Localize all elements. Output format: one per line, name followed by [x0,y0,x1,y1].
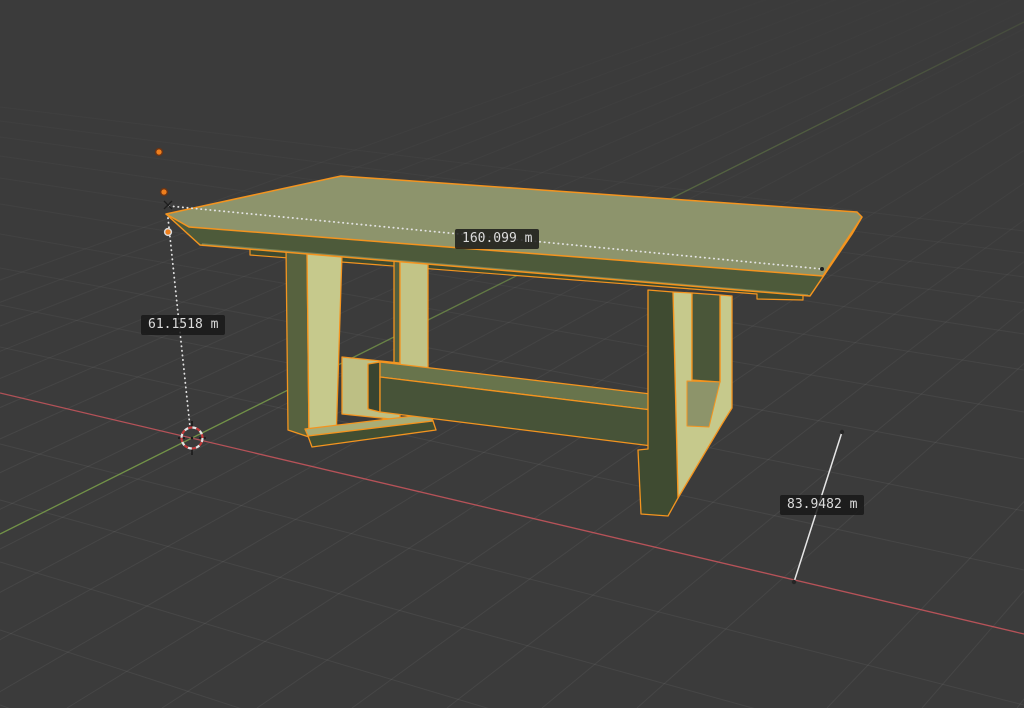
ruler-depth-end-point[interactable] [792,580,796,584]
inner-post-front-face [400,260,428,372]
beam-end-face [368,362,380,412]
blender-3d-viewport[interactable]: 160.099 m 61.1518 m 83.9482 m [0,0,1024,708]
left-post-front-face [307,250,342,442]
left-post-side-face [286,247,309,437]
ruler-handle-dot-selected[interactable] [165,229,172,236]
inner-post-side-face [394,259,400,366]
measurement-label-length: 160.099 m [455,229,539,249]
viewport-canvas [0,0,1024,708]
right-trestle-window [692,293,720,382]
ruler-depth-start-point[interactable] [840,430,844,434]
ruler-handle-dot-2[interactable] [161,189,168,196]
measurement-label-depth: 83.9482 m [780,495,864,515]
measurement-label-height: 61.1518 m [141,315,225,335]
ruler-handle-dot-1[interactable] [156,149,163,156]
cursor-center-dot [191,437,194,440]
ruler-length-end-point[interactable] [820,267,824,271]
